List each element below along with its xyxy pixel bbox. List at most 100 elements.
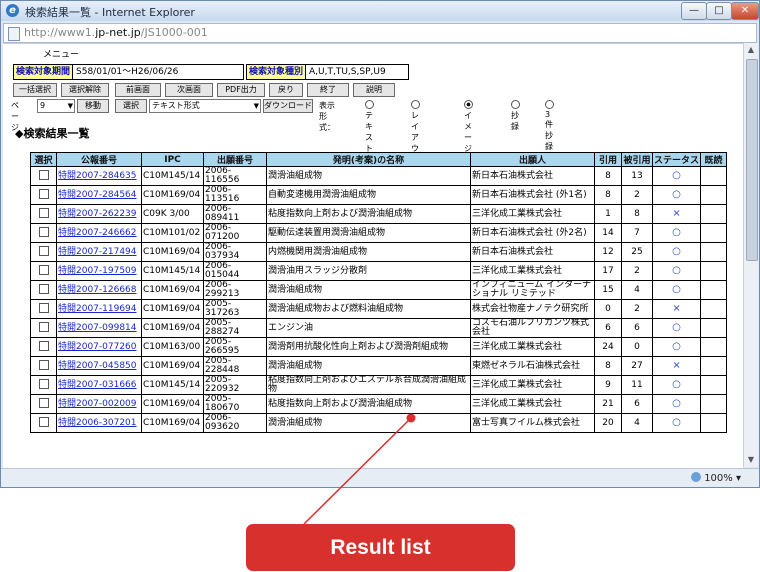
status-icon[interactable]: ○ [672,284,681,295]
row-select-cell [30,204,57,224]
ipc-cell: C10M169/04 [141,356,204,376]
pub-number-link[interactable]: 特開2007-246662 [58,228,137,238]
deselect-button[interactable]: 選択解除 [61,83,109,97]
table-row: 特開2007-262239 C09K 3/00 2006-089411 粘度指数向上剤… [30,204,728,224]
pub-number-link[interactable]: 特開2007-217494 [58,247,137,257]
citing-cell: 13 [621,166,653,186]
minimize-button[interactable]: — [681,2,707,20]
status-icon[interactable]: ○ [672,417,681,428]
status-icon[interactable]: × [672,303,680,314]
pub-number-link[interactable]: 特開2007-119694 [58,304,137,314]
exit-button[interactable]: 終了 [307,83,349,97]
display-option-text[interactable]: テキスト [365,100,375,154]
scroll-up-icon[interactable]: ▲ [745,43,757,57]
back-button[interactable]: 戻り [269,83,303,97]
status-icon[interactable]: ○ [672,227,681,238]
search-type-value: A,U,T,TU,S,SP,U9 [309,67,386,77]
chevron-down-icon: ▼ [67,102,73,110]
display-option-image[interactable]: イメージ [464,100,474,154]
pub-number-link[interactable]: 特開2007-284635 [58,171,137,181]
row-checkbox[interactable] [38,302,49,313]
title-cell: 潤滑油組成物 [266,413,471,433]
status-bar: 100% ▾ [1,468,759,487]
read-cell [700,413,728,433]
status-icon[interactable]: × [672,208,680,219]
zoom-control[interactable]: 100% ▾ [691,472,741,484]
page-select[interactable]: 9 ▼ [37,99,75,113]
status-icon[interactable]: ○ [672,170,681,181]
zoom-icon [691,472,702,482]
row-checkbox[interactable] [38,359,49,370]
row-checkbox[interactable] [38,283,49,294]
prev-screen-button[interactable]: 前画面 [115,83,161,97]
status-cell: ○ [651,318,702,338]
pub-number-cell: 特開2007-284635 [56,166,142,186]
pub-number-link[interactable]: 特開2007-262239 [58,209,137,219]
results-table-body: 特開2007-284635 C10M145/14 2006-116556 潤滑油組成物… [30,166,728,433]
status-icon[interactable]: ○ [672,246,681,257]
move-button[interactable]: 移動 [77,99,109,113]
status-icon[interactable]: ○ [672,265,681,276]
next-screen-button[interactable]: 次画面 [165,83,213,97]
pub-number-link[interactable]: 特開2007-077260 [58,342,137,352]
cited-cell: 21 [594,394,622,414]
scrollbar-thumb[interactable] [746,59,758,261]
scroll-down-icon[interactable]: ▼ [745,453,757,467]
address-bar[interactable]: http://www1.jp-net.jp/JS1000-001 [3,23,757,43]
status-icon[interactable]: ○ [672,398,681,409]
display-option-3-abstracts[interactable]: 3件抄録 [545,100,555,152]
close-button[interactable]: ✕ [731,2,759,20]
col-header-read: 既読 [700,152,728,167]
row-checkbox[interactable] [38,397,49,408]
pub-number-cell: 特開2007-284564 [56,185,142,205]
status-icon[interactable]: ○ [672,341,681,352]
pub-number-link[interactable]: 特開2007-031666 [58,380,137,390]
help-button[interactable]: 説明 [353,83,395,97]
maximize-button[interactable]: □ [706,2,732,20]
status-icon[interactable]: ○ [672,379,681,390]
format-select[interactable]: テキスト形式 ▼ [149,99,261,113]
vertical-scrollbar[interactable]: ▲ ▼ [743,43,758,467]
citing-cell: 2 [621,299,653,319]
status-icon[interactable]: ○ [672,322,681,333]
applicant-cell: 新日本石油株式会社 [470,166,595,186]
row-checkbox[interactable] [38,226,49,237]
citing-cell: 7 [621,223,653,243]
title-cell: 自動変速機用潤滑油組成物 [266,185,471,205]
row-checkbox[interactable] [38,321,49,332]
status-icon[interactable]: ○ [672,189,681,200]
radio-selected-icon [464,100,473,109]
pub-number-link[interactable]: 特開2006-307201 [58,418,137,428]
pub-number-cell: 特開2007-217494 [56,242,142,262]
pub-number-link[interactable]: 特開2007-197509 [58,266,137,276]
row-checkbox[interactable] [38,416,49,427]
address-domain: jp-net.jp [95,26,141,39]
pub-number-cell: 特開2007-077260 [56,337,142,357]
pdf-output-button[interactable]: PDF出力 [217,83,265,97]
row-checkbox[interactable] [38,169,49,180]
display-option-abstract[interactable]: 抄録 [511,100,521,132]
pub-number-link[interactable]: 特開2007-284564 [58,190,137,200]
row-select-cell [30,166,57,186]
menu-link[interactable]: メニュー [43,47,79,60]
row-checkbox[interactable] [38,340,49,351]
row-checkbox[interactable] [38,264,49,275]
ipc-cell: C10M169/04 [141,242,204,262]
status-icon[interactable]: × [672,360,680,371]
address-path: /JS1000-001 [140,26,208,39]
pub-number-link[interactable]: 特開2007-126668 [58,285,137,295]
row-checkbox[interactable] [38,207,49,218]
table-row: 特開2007-077260 C10M163/00 2005-266595 潤滑剤用抗酸… [30,337,728,357]
zoom-level: 100% [704,473,733,484]
row-checkbox[interactable] [38,378,49,389]
pub-number-link[interactable]: 特開2007-002009 [58,399,137,409]
pub-number-link[interactable]: 特開2007-045850 [58,361,137,371]
display-option-text-label: テキスト [365,111,373,153]
select-all-button[interactable]: 一括選択 [13,83,57,97]
download-button[interactable]: ダウンロード [263,99,313,113]
read-cell [700,185,728,205]
row-checkbox[interactable] [38,188,49,199]
choose-button[interactable]: 選択 [115,99,147,113]
row-checkbox[interactable] [38,245,49,256]
pub-number-link[interactable]: 特開2007-099814 [58,323,137,333]
